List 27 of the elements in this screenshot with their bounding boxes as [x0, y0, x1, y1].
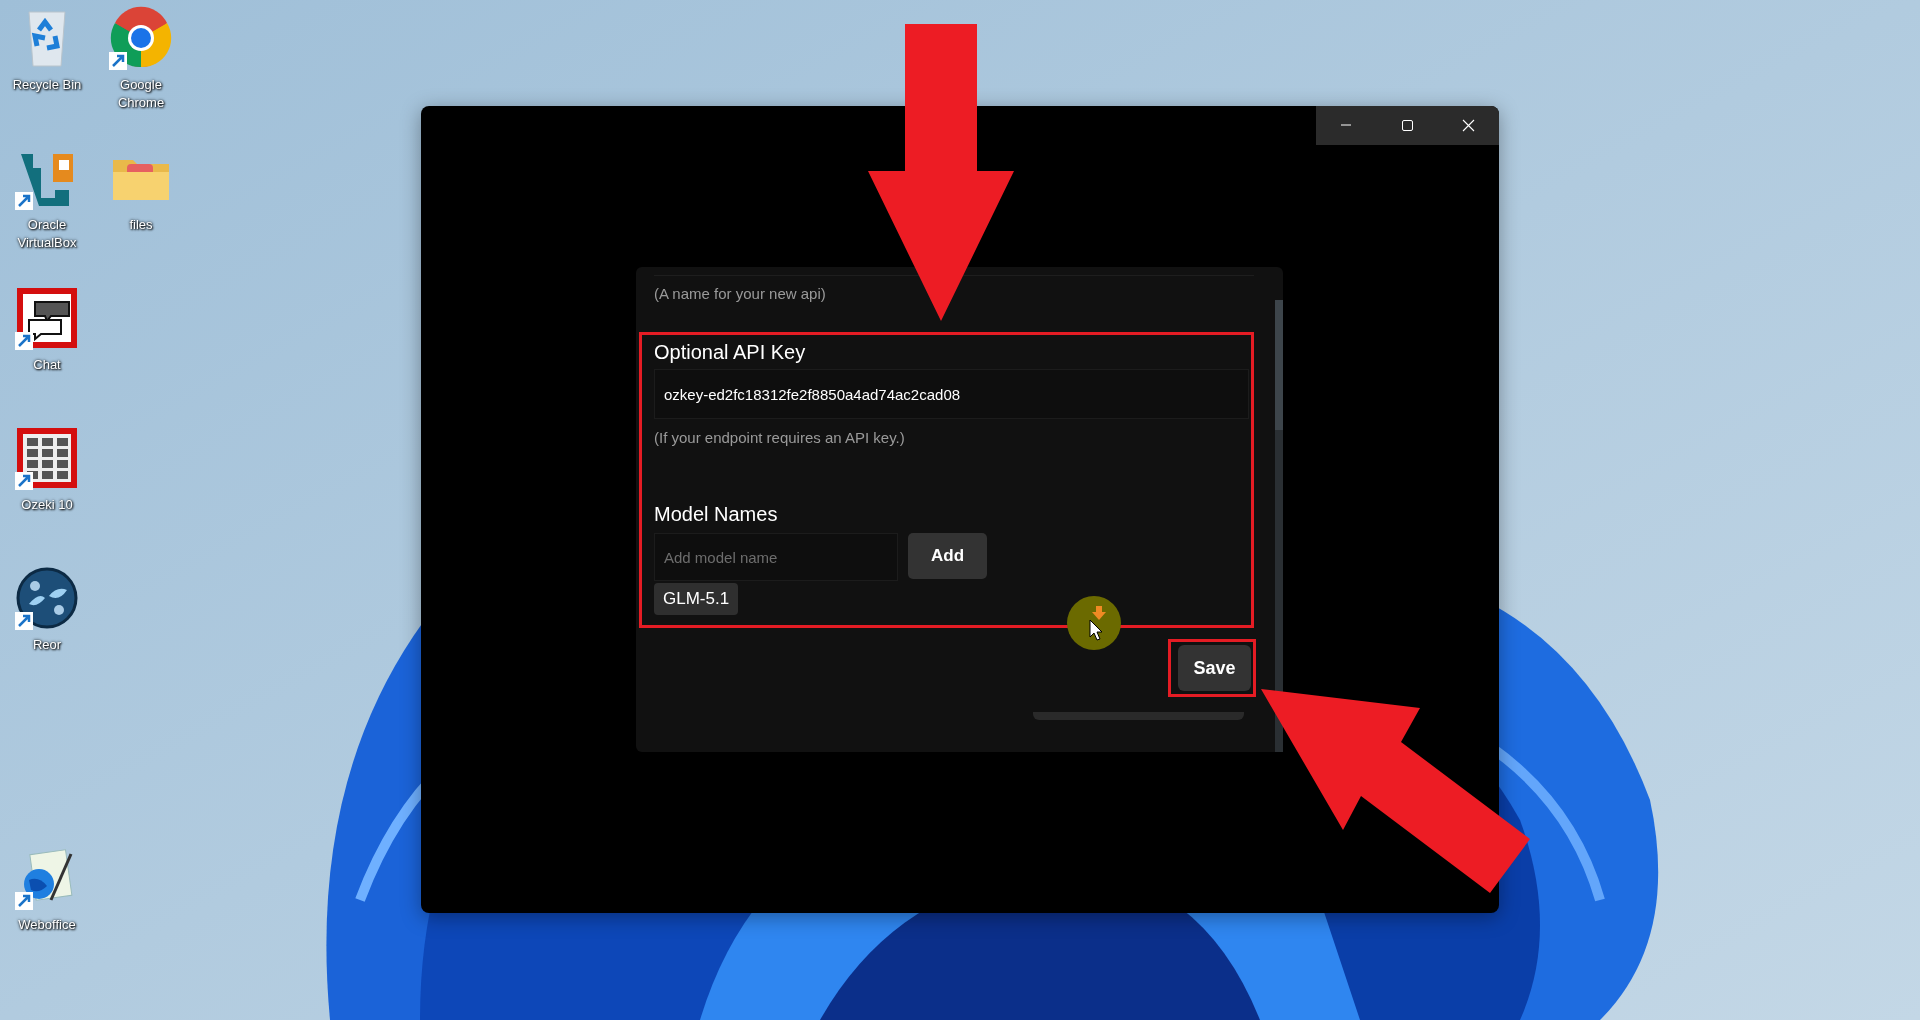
arrow-icon	[1261, 689, 1530, 893]
section-title: Model Names	[654, 502, 779, 527]
icon-label: Oracle VirtualBox	[16, 216, 78, 252]
section-title: Optional API Key	[654, 340, 807, 365]
icon-label: files	[128, 216, 154, 234]
keypad-icon[interactable]	[15, 426, 79, 490]
close-icon	[1462, 119, 1475, 132]
model-tag: GLM-5.1	[654, 583, 739, 615]
api-key-field[interactable]: ozkey-ed2fc18312fe2f8850a4ad74ac2cad08	[654, 369, 1249, 419]
maximize-icon	[1401, 119, 1414, 132]
scrollbar[interactable]	[1275, 300, 1283, 752]
round-logo-icon[interactable]	[15, 566, 79, 630]
hint-text: (If your endpoint requires an API key.)	[654, 429, 906, 446]
save-button[interactable]: Save	[1178, 645, 1251, 691]
icon-label: Reor	[31, 636, 63, 654]
chat-bubbles-icon[interactable]	[15, 286, 79, 350]
icon-label: Google Chrome	[116, 76, 166, 112]
icon-label: Chat	[32, 356, 62, 374]
icon-label: Recycle Bin	[11, 76, 83, 94]
browser-icon[interactable]	[109, 6, 173, 70]
arrow-icon	[868, 24, 1014, 321]
model-name-field[interactable]: Add model name	[654, 533, 898, 581]
cursor-icon	[1067, 596, 1121, 650]
add-button[interactable]: Add	[908, 533, 987, 579]
icon-label: Ozeki 10	[20, 496, 74, 514]
icon-label: Weboffice	[17, 916, 77, 934]
hint-text: (A name for your new api)	[654, 285, 827, 302]
